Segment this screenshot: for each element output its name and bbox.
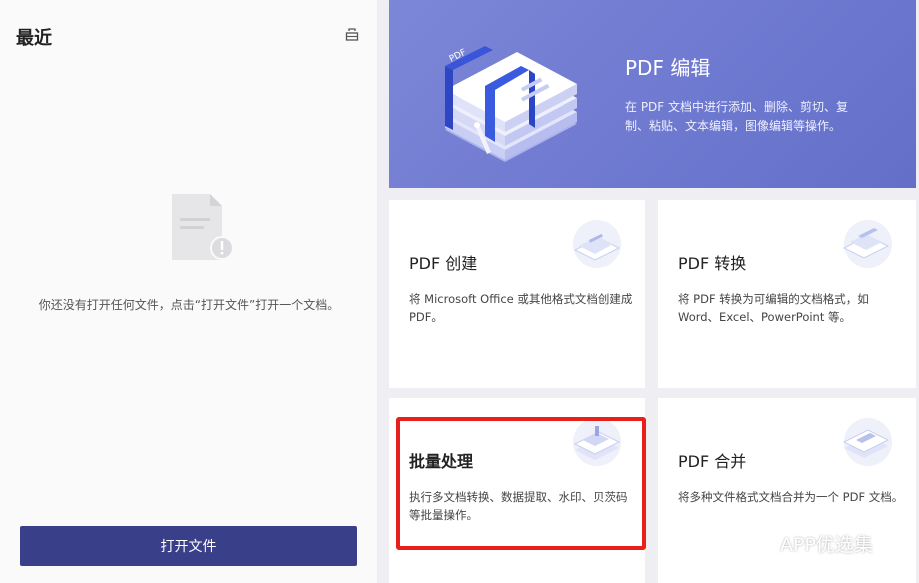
pdf-create-description: 将 Microsoft Office 或其他格式文档创建成 PDF。	[409, 292, 633, 324]
wechat-icon	[752, 534, 774, 552]
pdf-convert-description: 将 PDF 转换为可编辑的文档格式，如 Word、Excel、PowerPoin…	[678, 292, 869, 324]
open-file-button[interactable]: 打开文件	[20, 526, 357, 566]
pdf-edit-illustration-icon: PDF	[445, 46, 577, 162]
batch-process-icon	[573, 418, 621, 466]
pdf-edit-card[interactable]: PDF PDF 编辑 在 PDF 文档中进行添加、删除、剪切、复制、粘贴、文本编…	[389, 0, 916, 188]
pdf-convert-card[interactable]: PDF 转换 将 PDF 转换为可编辑的文档格式，如 Word、Excel、Po…	[658, 200, 916, 388]
pdf-create-title: PDF 创建	[409, 254, 478, 273]
batch-process-description: 执行多文档转换、数据提取、水印、贝茨码等批量操作。	[409, 490, 628, 522]
pdf-merge-icon	[842, 418, 892, 466]
pdf-merge-description: 将多种文件格式文档合并为一个 PDF 文档。	[678, 490, 904, 504]
pdf-convert-icon	[842, 220, 892, 268]
watermark: APP优选集	[752, 530, 873, 557]
recent-title: 最近	[16, 28, 52, 49]
pdf-merge-title: PDF 合并	[678, 452, 747, 471]
pdf-create-card[interactable]: PDF 创建 将 Microsoft Office 或其他格式文档创建成 PDF…	[389, 200, 645, 388]
empty-message: 你还没有打开任何文件，点击“打开文件”打开一个文档。	[38, 298, 340, 312]
watermark-text: APP优选集	[780, 534, 873, 556]
batch-process-card[interactable]: 批量处理 执行多文档转换、数据提取、水印、贝茨码等批量操作。	[389, 398, 645, 583]
pdf-edit-title: PDF 编辑	[625, 56, 711, 80]
pdf-edit-description: 在 PDF 文档中进行添加、删除、剪切、复制、粘贴、文本编辑，图像编辑等操作。	[625, 100, 849, 133]
batch-process-title: 批量处理	[409, 452, 474, 471]
pdf-convert-title: PDF 转换	[678, 254, 747, 273]
pdf-create-icon	[573, 220, 621, 268]
empty-document-icon	[172, 194, 234, 260]
clear-recent-icon[interactable]	[344, 27, 360, 43]
recent-panel: 最近 你还没有打开任何文件，点击“打开文件”打开一个文档。 打开文件	[0, 0, 378, 583]
